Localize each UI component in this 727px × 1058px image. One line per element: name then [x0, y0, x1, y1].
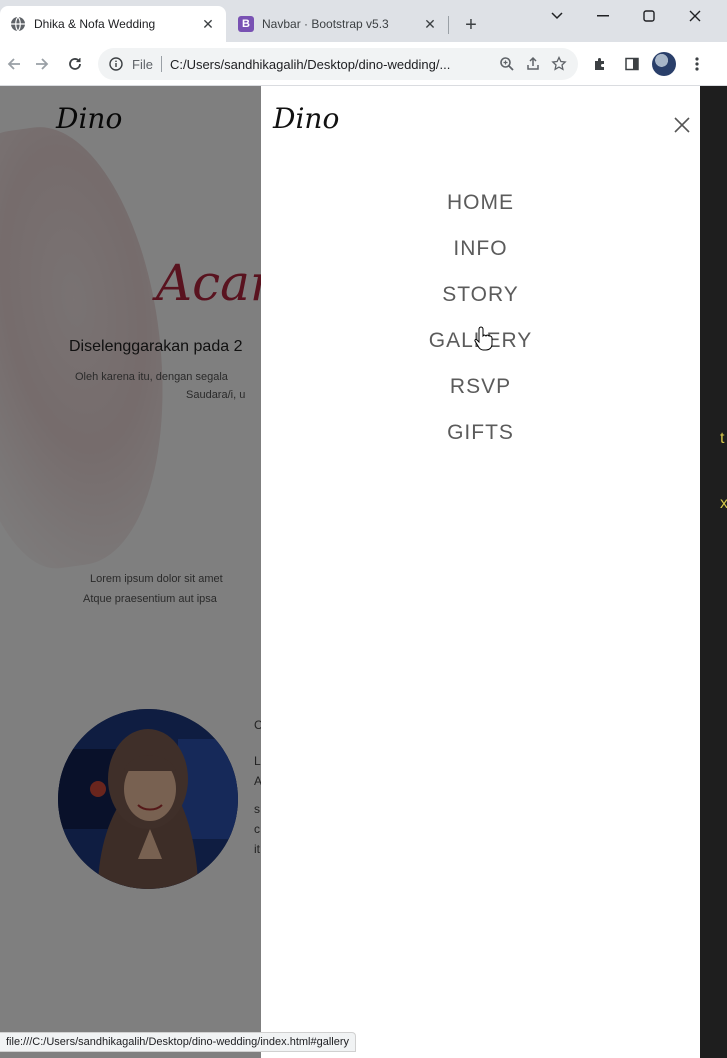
- offcanvas-brand[interactable]: Dino: [273, 102, 339, 135]
- nav-link-story[interactable]: STORY: [442, 283, 519, 307]
- tab-search-chevron-icon[interactable]: [540, 4, 574, 28]
- tab-close-icon[interactable]: ✕: [420, 14, 440, 34]
- nav-item-rsvp: RSVP: [261, 364, 700, 410]
- maximize-icon[interactable]: [632, 4, 666, 28]
- bootstrap-icon: B: [238, 16, 254, 32]
- minimize-icon[interactable]: [586, 4, 620, 28]
- globe-icon: [10, 16, 26, 32]
- tab-title: Dhika & Nofa Wedding: [34, 17, 156, 31]
- offcanvas-close-icon[interactable]: [670, 113, 694, 137]
- tab-dhika-nofa-wedding[interactable]: Dhika & Nofa Wedding ✕: [0, 6, 226, 42]
- offcanvas-nav-list: HOME INFO STORY GALLERY RSVP GIFTS: [261, 180, 700, 456]
- editor-glyph: x: [720, 495, 727, 512]
- desktop-edge: [700, 86, 727, 1058]
- kebab-menu-icon[interactable]: [685, 52, 709, 76]
- page-viewport: Dino Acar Diselenggarakan pada 2 Oleh ka…: [0, 86, 700, 1058]
- nav-link-home[interactable]: HOME: [447, 191, 514, 215]
- nav-link-info[interactable]: INFO: [453, 237, 507, 261]
- zoom-icon[interactable]: [494, 51, 520, 77]
- status-url-bar: file:///C:/Users/sandhikagalih/Desktop/d…: [0, 1032, 357, 1052]
- hand-cursor-icon: [474, 326, 493, 351]
- back-arrow-icon[interactable]: [2, 52, 26, 76]
- nav-item-story: STORY: [261, 272, 700, 318]
- address-bar[interactable]: File C:/Users/sandhikagalih/Desktop/dino…: [98, 48, 578, 80]
- nav-link-rsvp[interactable]: RSVP: [450, 375, 511, 399]
- tab-navbar-bootstrap[interactable]: B Navbar · Bootstrap v5.3 ✕: [228, 6, 448, 42]
- share-icon[interactable]: [520, 51, 546, 77]
- bookmark-star-icon[interactable]: [546, 51, 572, 77]
- nav-item-home: HOME: [261, 180, 700, 226]
- offcanvas-backdrop[interactable]: [0, 86, 261, 1058]
- window-close-icon[interactable]: [678, 4, 712, 28]
- profile-avatar[interactable]: [652, 52, 676, 76]
- side-panel-icon[interactable]: [620, 52, 644, 76]
- browser-toolbar: File C:/Users/sandhikagalih/Desktop/dino…: [0, 42, 727, 86]
- address-url: C:/Users/sandhikagalih/Desktop/dino-wedd…: [169, 56, 451, 72]
- forward-arrow-icon[interactable]: [30, 52, 54, 76]
- tab-close-icon[interactable]: ✕: [198, 14, 218, 34]
- editor-glyph: t: [720, 430, 725, 447]
- tab-title: Navbar · Bootstrap v5.3: [262, 17, 389, 31]
- reload-icon[interactable]: [63, 52, 87, 76]
- offcanvas-menu: Dino HOME INFO STORY GALLERY RSVP GIFTS: [261, 86, 700, 1058]
- nav-item-info: INFO: [261, 226, 700, 272]
- new-tab-plus-icon[interactable]: +: [458, 12, 484, 38]
- nav-item-gifts: GIFTS: [261, 410, 700, 456]
- extensions-puzzle-icon[interactable]: [588, 52, 612, 76]
- browser-tab-strip: Dhika & Nofa Wedding ✕ B Navbar · Bootst…: [0, 0, 727, 42]
- tab-divider: [448, 16, 449, 34]
- nav-link-gifts[interactable]: GIFTS: [447, 421, 514, 445]
- address-scheme-label: File: [132, 56, 153, 72]
- info-icon[interactable]: [108, 56, 124, 72]
- address-divider: [160, 56, 162, 72]
